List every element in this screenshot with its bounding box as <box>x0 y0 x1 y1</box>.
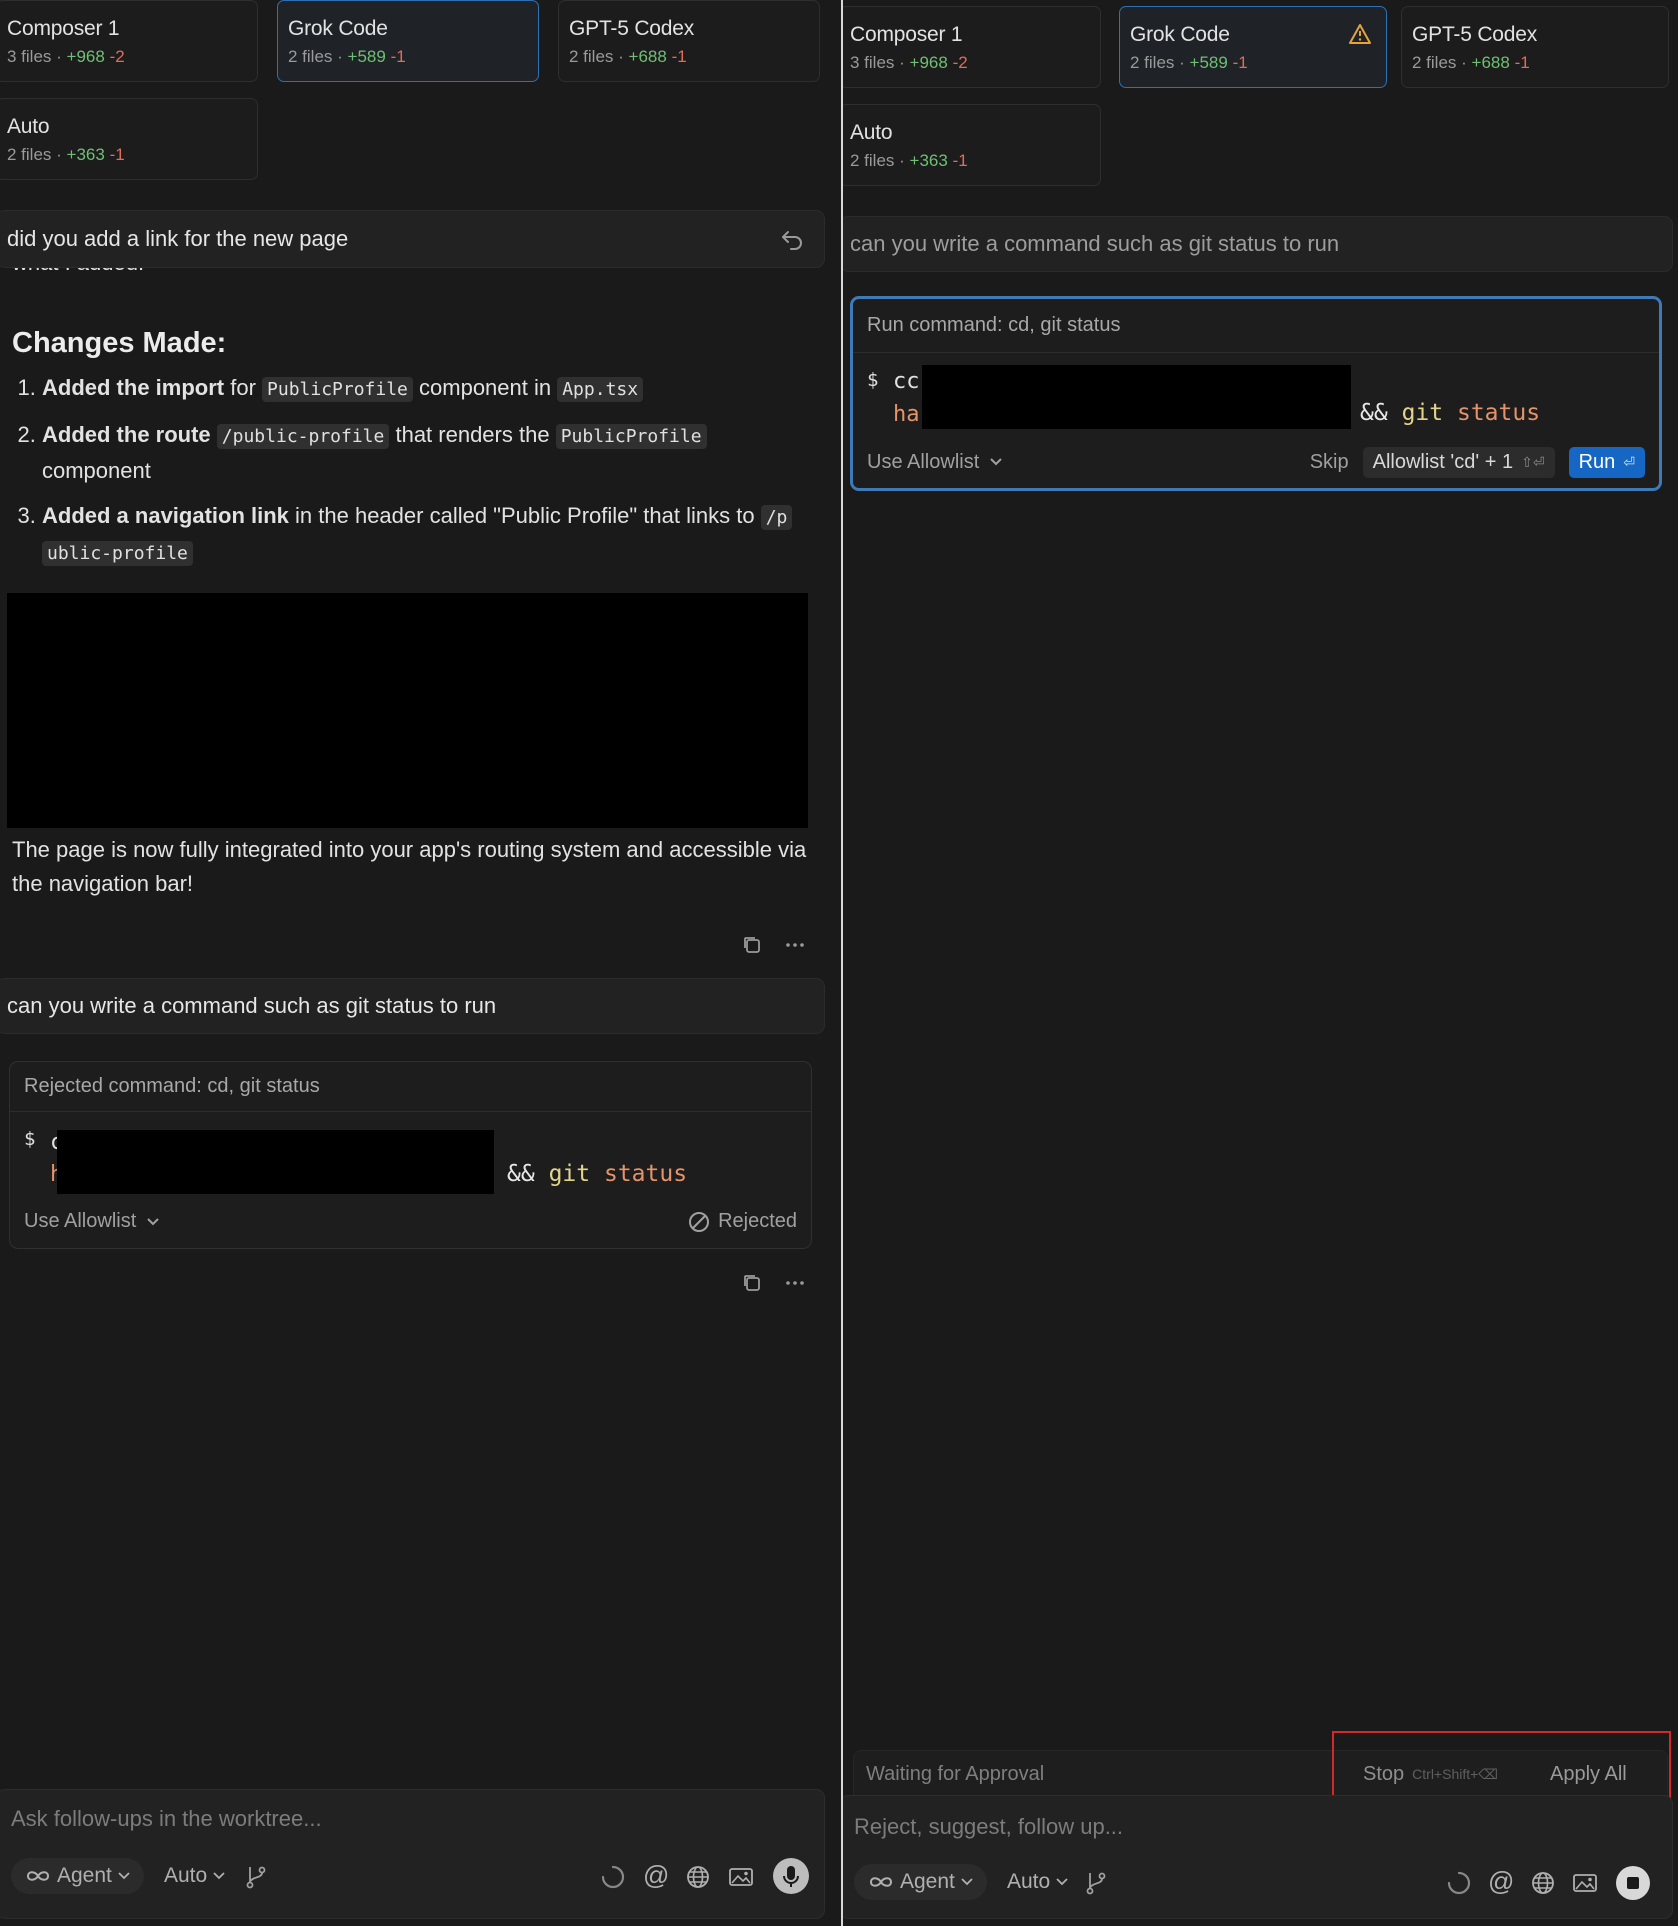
model-name: GPT-5 Codex <box>569 17 695 40</box>
model-name: Auto <box>7 115 50 138</box>
model-card-gpt5[interactable]: GPT-5 Codex 2 files · +688 -1 <box>1401 6 1669 88</box>
command-footer: Use Allowlist Skip Allowlist 'cd' + 1 ⇧⏎… <box>867 442 1645 482</box>
list-item: Added the route /public-profile that ren… <box>42 418 812 488</box>
copy-icon[interactable] <box>741 1272 763 1294</box>
model-stats: 2 files · +363 -1 <box>7 145 125 164</box>
chevron-down-icon <box>1056 1878 1068 1886</box>
run-command-block: Run command: cd, git status $ cc ha && g… <box>850 296 1662 491</box>
model-card-composer[interactable]: Composer 1 3 files · +968 -2 <box>843 6 1101 88</box>
command-prompt: $ <box>867 369 879 391</box>
followup-input[interactable]: Ask follow-ups in the worktree... <box>11 1806 322 1832</box>
image-icon[interactable] <box>728 1864 754 1890</box>
model-stats: 3 files · +968 -2 <box>850 53 968 72</box>
image-icon[interactable] <box>1572 1870 1598 1896</box>
user-message-git[interactable]: can you write a command such as git stat… <box>843 216 1673 272</box>
model-selector[interactable]: Auto <box>1007 1870 1068 1894</box>
globe-icon[interactable] <box>1530 1870 1556 1896</box>
more-icon[interactable] <box>784 1272 806 1294</box>
infinity-icon <box>869 1877 893 1887</box>
chevron-down-icon <box>990 458 1002 466</box>
chevron-down-icon <box>961 1878 973 1886</box>
loading-spinner-icon <box>601 1865 625 1889</box>
changes-heading: Changes Made: <box>12 327 227 359</box>
user-message-text: did you add a link for the new page <box>7 226 349 251</box>
command-header: Rejected command: cd, git status <box>10 1062 811 1112</box>
model-stats: 2 files · +589 -1 <box>1130 53 1248 72</box>
more-icon[interactable] <box>784 934 806 956</box>
model-card-grok[interactable]: Grok Code 2 files · +589 -1 <box>1119 6 1387 88</box>
user-message-git[interactable]: can you write a command such as git stat… <box>0 978 825 1034</box>
copy-icon[interactable] <box>741 934 763 956</box>
command-footer: Use Allowlist Rejected <box>24 1210 797 1233</box>
use-allowlist-dropdown[interactable]: Use Allowlist <box>867 451 1003 474</box>
model-card-composer[interactable]: Composer 1 3 files · +968 -2 <box>0 0 258 82</box>
model-name: GPT-5 Codex <box>1412 23 1538 46</box>
redacted-command <box>57 1130 494 1194</box>
command-line-1: cc <box>893 369 920 394</box>
model-card-gpt5[interactable]: GPT-5 Codex 2 files · +688 -1 <box>558 0 820 82</box>
assistant-conclusion: The page is now fully integrated into yo… <box>12 837 807 896</box>
mention-icon[interactable]: @ <box>1488 1866 1514 1897</box>
stop-generation-icon[interactable] <box>1616 1866 1650 1900</box>
model-name: Grok Code <box>288 17 388 40</box>
list-item: Added the import for PublicProfile compo… <box>42 371 812 407</box>
model-card-auto[interactable]: Auto 2 files · +363 -1 <box>843 104 1101 186</box>
model-stats: 2 files · +589 -1 <box>288 47 406 66</box>
microphone-icon[interactable] <box>773 1858 809 1894</box>
infinity-icon <box>26 1871 50 1881</box>
user-message-text: can you write a command such as git stat… <box>7 993 497 1018</box>
globe-icon[interactable] <box>685 1864 711 1890</box>
rejected-command-block: Rejected command: cd, git status $ c h &… <box>9 1061 812 1249</box>
branch-icon[interactable] <box>1083 1870 1109 1896</box>
redacted-command <box>922 365 1351 429</box>
waiting-status: Waiting for Approval <box>866 1763 1045 1785</box>
command-line-2: ha <box>893 402 920 427</box>
changes-list: Added the import for PublicProfile compo… <box>12 371 812 571</box>
model-selector[interactable]: Auto <box>164 1864 225 1888</box>
left-chat-pane: Composer 1 3 files · +968 -2 Grok Code 2… <box>0 0 841 1926</box>
use-allowlist-dropdown[interactable]: Use Allowlist <box>24 1210 160 1233</box>
redacted-region <box>7 593 808 828</box>
followup-input-area[interactable]: Reject, suggest, follow up... Agent Auto… <box>843 1795 1673 1919</box>
model-name: Auto <box>850 121 893 144</box>
agent-mode-selector[interactable]: Agent <box>854 1864 987 1900</box>
followup-input-area[interactable]: Ask follow-ups in the worktree... Agent … <box>0 1789 825 1919</box>
model-name: Composer 1 <box>850 23 963 46</box>
revert-icon[interactable] <box>780 229 804 251</box>
model-stats: 2 files · +688 -1 <box>569 47 687 66</box>
loading-spinner-icon <box>1447 1871 1471 1895</box>
command-prompt: $ <box>24 1128 36 1150</box>
command-tail: && git status <box>507 1161 688 1187</box>
model-name: Composer 1 <box>7 17 120 40</box>
model-card-grok[interactable]: Grok Code 2 files · +589 -1 <box>277 0 539 82</box>
warning-icon <box>1349 24 1371 44</box>
rejected-status: Rejected <box>688 1210 797 1233</box>
right-chat-pane: Composer 1 3 files · +968 -2 Grok Code 2… <box>843 0 1678 1926</box>
chevron-down-icon <box>118 1872 130 1880</box>
model-stats: 2 files · +688 -1 <box>1412 53 1530 72</box>
followup-input[interactable]: Reject, suggest, follow up... <box>854 1814 1123 1840</box>
chevron-down-icon <box>147 1217 159 1225</box>
list-item: Added a navigation link in the header ca… <box>42 499 812 571</box>
skip-button[interactable]: Skip <box>1310 451 1349 474</box>
command-header: Run command: cd, git status <box>853 299 1659 353</box>
chevron-down-icon <box>213 1872 225 1880</box>
user-message-text: can you write a command such as git stat… <box>850 231 1340 256</box>
branch-icon[interactable] <box>243 1864 269 1890</box>
model-stats: 3 files · +968 -2 <box>7 47 125 66</box>
model-card-auto[interactable]: Auto 2 files · +363 -1 <box>0 98 258 180</box>
run-button[interactable]: Run ⏎ <box>1568 446 1645 478</box>
assistant-response: Changes Made: Added the import for Publi… <box>12 323 812 582</box>
mention-icon[interactable]: @ <box>643 1860 669 1891</box>
model-stats: 2 files · +363 -1 <box>850 151 968 170</box>
blocked-icon <box>689 1211 710 1232</box>
model-name: Grok Code <box>1130 23 1230 46</box>
command-tail: && git status <box>1360 400 1541 426</box>
agent-mode-selector[interactable]: Agent <box>11 1858 144 1894</box>
allowlist-button[interactable]: Allowlist 'cd' + 1 ⇧⏎ <box>1362 446 1555 478</box>
user-message-link[interactable]: did you add a link for the new page <box>0 210 825 268</box>
